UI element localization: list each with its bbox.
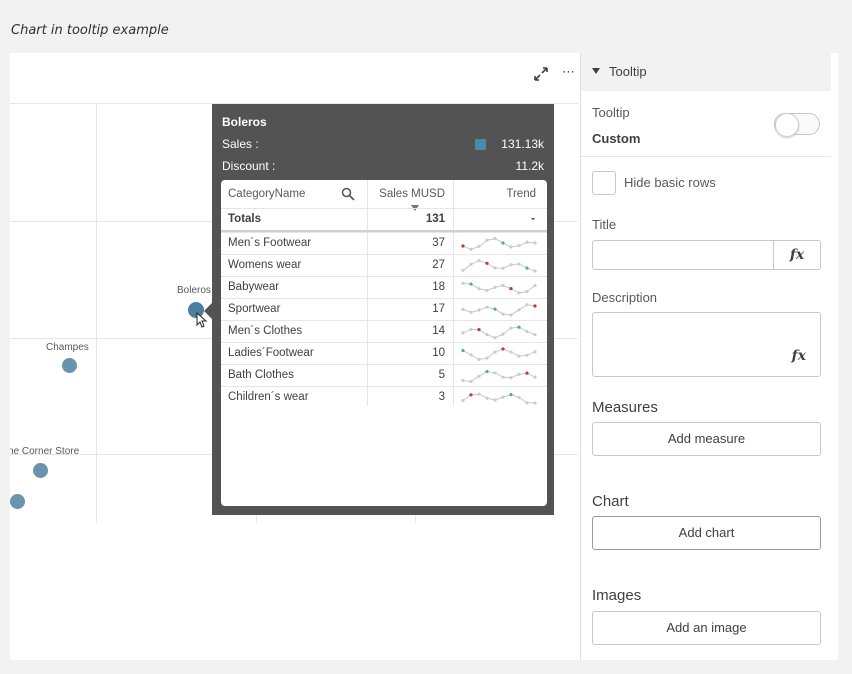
tooltip-table: CategoryName Sales MUSD Trend Totals 131…	[221, 180, 547, 506]
tooltip-sales-value: 131.13k	[501, 137, 544, 151]
table-row: Children´s wear 3	[221, 386, 547, 408]
title-expression-button[interactable]: fx	[773, 241, 820, 269]
hide-basic-rows-checkbox[interactable]	[592, 171, 616, 195]
sales-value: 27	[432, 259, 445, 271]
category-name: Men´s Clothes	[228, 325, 303, 337]
sales-value: 17	[432, 303, 445, 315]
table-row: Bath Clothes 5	[221, 364, 547, 386]
section-title: Tooltip	[609, 64, 647, 79]
totals-label: Totals	[228, 213, 262, 225]
category-name: Bath Clothes	[228, 369, 294, 381]
column-header-category[interactable]: CategoryName	[228, 180, 305, 208]
tooltip-sales-row: Sales : 131.13k	[222, 137, 544, 153]
trend-sparkline	[461, 347, 537, 362]
column-header-trend[interactable]: Trend	[457, 180, 536, 208]
table-row: Sportwear 17	[221, 298, 547, 320]
bubble-label: ne Corner Store	[10, 446, 80, 457]
scatter-chart[interactable]: ⋯ Boleros Champes ne Corner Store Bolero…	[10, 53, 578, 523]
expand-icon[interactable]	[532, 65, 550, 83]
title-input[interactable]: fx	[592, 240, 821, 270]
chart-tooltip: Boleros Sales : 131.13k Discount : 11.2k…	[212, 104, 554, 515]
more-options-icon[interactable]: ⋯	[562, 65, 575, 83]
category-name: Sportwear	[228, 303, 281, 315]
category-name: Ladies´Footwear	[228, 347, 314, 359]
data-point[interactable]	[10, 494, 25, 509]
tooltip-discount-value: 11.2k	[515, 159, 544, 173]
sales-value: 14	[432, 325, 445, 337]
app-frame: ⋯ Boleros Champes ne Corner Store Bolero…	[10, 53, 838, 660]
tooltip-label: Tooltip	[592, 105, 630, 120]
divider	[581, 156, 831, 157]
description-label: Description	[592, 290, 658, 305]
category-name: Children´s wear	[228, 391, 309, 403]
tooltip-toggle[interactable]	[774, 113, 820, 137]
gridline	[96, 103, 97, 523]
legend-swatch	[475, 139, 486, 150]
trend-sparkline	[461, 392, 537, 405]
table-row: Men´s Footwear 37	[221, 232, 547, 254]
sales-value: 18	[432, 281, 445, 293]
tooltip-section-header[interactable]: Tooltip	[581, 53, 831, 91]
add-image-button[interactable]: Add an image	[592, 611, 821, 645]
sales-value: 10	[432, 347, 445, 359]
images-heading: Images	[592, 587, 642, 604]
trend-sparkline	[461, 325, 537, 340]
title-label: Title	[592, 217, 617, 232]
add-measure-button[interactable]: Add measure	[592, 422, 821, 456]
category-name: Womens wear	[228, 259, 302, 271]
tooltip-title: Boleros	[222, 115, 267, 129]
data-point[interactable]	[33, 463, 48, 478]
table-row: Ladies´Footwear 10	[221, 342, 547, 364]
category-name: Babywear	[228, 281, 280, 293]
tooltip-discount-row: Discount : 11.2k	[222, 159, 544, 175]
sales-value: 5	[438, 369, 445, 381]
totals-row: Totals 131 -	[221, 208, 547, 230]
tooltip-mode: Custom	[592, 131, 641, 146]
description-input[interactable]: fx	[592, 312, 821, 377]
measures-heading: Measures	[592, 399, 658, 416]
search-icon[interactable]	[341, 187, 355, 201]
properties-panel: Tooltip Tooltip Custom Hide basic rows T…	[580, 53, 838, 660]
totals-trend: -	[531, 213, 535, 225]
totals-value: 131	[425, 213, 445, 225]
table-row: Womens wear 27	[221, 254, 547, 276]
bubble-label: Boleros	[177, 285, 211, 296]
trend-sparkline	[461, 258, 537, 273]
hide-basic-rows-label: Hide basic rows	[624, 175, 716, 190]
category-name: Men´s Footwear	[228, 237, 312, 249]
trend-sparkline	[461, 236, 537, 251]
caption: Chart in tooltip example	[11, 23, 169, 38]
toggle-knob	[775, 113, 799, 137]
tooltip-discount-label: Discount :	[222, 159, 276, 173]
bubble-label: Champes	[46, 342, 89, 353]
trend-sparkline	[461, 369, 537, 384]
add-chart-button[interactable]: Add chart	[592, 516, 821, 550]
table-row: Men´s Clothes 14	[221, 320, 547, 342]
tooltip-sales-label: Sales :	[222, 137, 259, 151]
trend-sparkline	[461, 281, 537, 295]
chart-heading: Chart	[592, 493, 629, 510]
column-header-sales[interactable]: Sales MUSD	[367, 180, 445, 208]
table-row: Babywear 18	[221, 276, 547, 298]
description-expression-button[interactable]: fx	[792, 348, 806, 364]
sales-value: 3	[438, 391, 445, 403]
trend-sparkline	[461, 303, 537, 317]
caret-down-icon	[592, 68, 600, 74]
data-point[interactable]	[62, 358, 77, 373]
sales-value: 37	[432, 237, 445, 249]
